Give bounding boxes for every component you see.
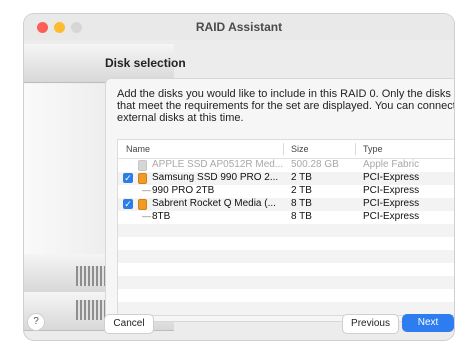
row-size: 2 TB xyxy=(291,185,312,196)
volume-icon: — xyxy=(142,185,151,195)
row-size: 8 TB xyxy=(291,211,312,222)
table-header: Name Size Type xyxy=(118,140,454,159)
row-name: Samsung SSD 990 PRO 2... xyxy=(152,172,279,183)
row-size: 8 TB xyxy=(291,198,312,209)
column-header-size[interactable]: Size xyxy=(291,144,309,154)
empty-row xyxy=(118,302,454,315)
previous-button[interactable]: Previous xyxy=(342,314,399,334)
window-title: RAID Assistant xyxy=(195,20,283,34)
volume-icon: — xyxy=(142,211,151,221)
table-row[interactable]: ✓ Sabrent Rocket Q Media (... 8 TB PCI-E… xyxy=(118,198,454,211)
raid-assistant-window: RAID Assistant Disk selection Add the di… xyxy=(24,14,454,340)
empty-row xyxy=(118,224,454,237)
empty-row xyxy=(118,289,454,302)
table-row[interactable]: — 990 PRO 2TB 2 TB PCI-Express xyxy=(118,185,454,198)
row-type: Apple Fabric xyxy=(363,159,420,170)
empty-row xyxy=(118,263,454,276)
row-type: PCI-Express xyxy=(363,211,420,222)
table-row: APPLE SSD AP0512R Med... 500.28 GB Apple… xyxy=(118,159,454,172)
cancel-button[interactable]: Cancel xyxy=(104,314,154,334)
row-name: Sabrent Rocket Q Media (... xyxy=(152,198,276,209)
section-title: Disk selection xyxy=(105,56,186,70)
table-row[interactable]: ✓ Samsung SSD 990 PRO 2... 2 TB PCI-Expr… xyxy=(118,172,454,185)
row-size: 500.28 GB xyxy=(291,159,339,170)
description-text: Add the disks you would like to include … xyxy=(117,88,454,124)
external-disk-icon xyxy=(138,173,147,184)
row-name: APPLE SSD AP0512R Med... xyxy=(152,159,284,170)
internal-disk-icon xyxy=(138,160,147,171)
disk-table[interactable]: Name Size Type APPLE SSD AP0512R Med... … xyxy=(117,139,454,316)
external-disk-icon xyxy=(138,199,147,210)
checkbox-checked[interactable]: ✓ xyxy=(123,199,133,209)
next-button[interactable]: Next xyxy=(402,314,454,332)
disk-selection-panel: Add the disks you would like to include … xyxy=(105,78,454,322)
row-type: PCI-Express xyxy=(363,185,420,196)
row-type: PCI-Express xyxy=(363,198,420,209)
row-size: 2 TB xyxy=(291,172,312,183)
row-name: 8TB xyxy=(152,211,171,222)
empty-row xyxy=(118,276,454,289)
column-header-type[interactable]: Type xyxy=(363,144,383,154)
column-header-name[interactable]: Name xyxy=(126,144,150,154)
empty-row xyxy=(118,237,454,250)
help-button[interactable]: ? xyxy=(27,313,45,331)
row-type: PCI-Express xyxy=(363,172,420,183)
table-row[interactable]: — 8TB 8 TB PCI-Express xyxy=(118,211,454,224)
empty-row xyxy=(118,250,454,263)
row-name: 990 PRO 2TB xyxy=(152,185,215,196)
checkbox-checked[interactable]: ✓ xyxy=(123,173,133,183)
title-bar: RAID Assistant xyxy=(24,14,454,40)
